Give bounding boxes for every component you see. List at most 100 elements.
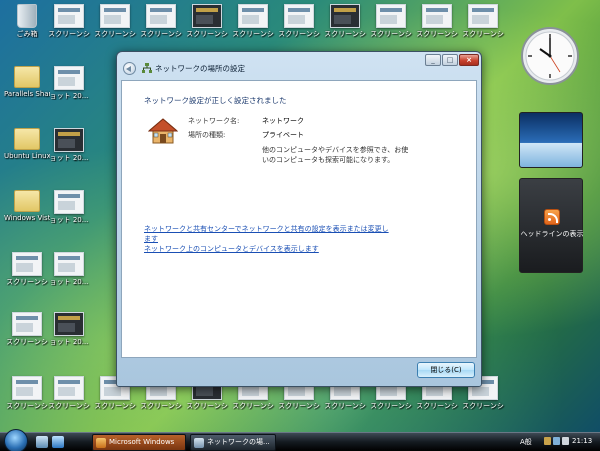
network-name-label: ネットワーク名: (188, 117, 240, 125)
parallels-label: Parallels Share... (4, 90, 50, 98)
screenshot-label: スクリーンシ (416, 30, 458, 38)
screenshot-label: ョット 20... (49, 154, 89, 162)
screenshot-thumbnail-icon (238, 4, 268, 28)
screenshot-label: スクリーンシ (278, 30, 320, 38)
feed-headlines-label: ヘッドラインの表示 (520, 230, 584, 238)
close-button[interactable]: 閉じる(C) (417, 362, 475, 378)
screenshot-label: スクリーンシ (324, 30, 366, 38)
taskbar-item-network-location[interactable]: ネットワークの場... (190, 434, 276, 451)
parallels-shared-folder[interactable]: Parallels Share... (4, 66, 50, 112)
switch-windows-icon[interactable] (52, 436, 64, 448)
screenshot-file[interactable]: スクリーンシ (4, 252, 50, 298)
screenshot-label: スクリーンシ (462, 30, 504, 38)
screenshot-file[interactable]: ョット 20... (46, 66, 92, 112)
screenshot-file[interactable]: スクリーンシ (4, 312, 50, 358)
screenshot-file[interactable]: スクリーンシ (138, 4, 184, 50)
ubuntu-label: Ubuntu Linux 16.... (4, 152, 50, 160)
back-arrow-icon[interactable] (123, 62, 136, 75)
dialog-titlebar[interactable]: ネットワークの場所の設定 _ □ × (117, 52, 481, 80)
screenshot-label: スクリーンシ (370, 30, 412, 38)
screenshot-thumbnail-icon (54, 252, 84, 276)
dialog-footer: 閉じる(C) (121, 358, 477, 382)
sharing-center-link[interactable]: ネットワークと共有センターでネットワークと共有の設定を表示または変更します (144, 224, 394, 244)
screenshot-label: スクリーンシ (48, 402, 90, 410)
slideshow-gadget[interactable] (519, 112, 583, 168)
screenshot-file[interactable]: スクリーンシ (184, 4, 230, 50)
close-window-button[interactable]: × (459, 54, 479, 66)
clock-gadget[interactable] (520, 25, 580, 87)
network-name-value: ネットワーク (262, 117, 304, 125)
screenshot-thumbnail-icon (12, 252, 42, 276)
screenshot-file[interactable]: スクリーンシ (92, 4, 138, 50)
screenshot-label: スクリーンシ (140, 402, 182, 410)
screenshot-file[interactable]: スクリーンシ (368, 4, 414, 50)
taskbar-clock[interactable]: 21:13 (572, 437, 592, 445)
screenshot-thumbnail-icon (54, 190, 84, 214)
screenshot-file[interactable]: スクリーンシ (276, 4, 322, 50)
screenshot-thumbnail-icon (422, 4, 452, 28)
network-location-dialog: ネットワークの場所の設定 _ □ × ネットワーク設定が正しく設定されました ネ… (116, 51, 482, 387)
screenshot-label: スクリーンシ (186, 402, 228, 410)
recycle-bin[interactable]: ごみ箱 (4, 4, 50, 50)
tray-folder-icon[interactable] (544, 437, 551, 445)
ime-indicator[interactable]: A般 (520, 436, 540, 448)
screenshot-label: スクリーンシ (6, 338, 48, 346)
screenshot-label: スクリーンシ (48, 30, 90, 38)
maximize-button[interactable]: □ (442, 54, 458, 66)
screenshot-file[interactable]: スクリーンシ (414, 4, 460, 50)
screenshot-file[interactable]: スクリーンシ (4, 376, 50, 422)
screenshot-thumbnail-icon (12, 312, 42, 336)
feed-headlines-gadget[interactable]: ヘッドラインの表示 (519, 178, 584, 273)
screenshot-label: スクリーンシ (324, 402, 366, 410)
recycle-bin-label: ごみ箱 (16, 30, 38, 38)
recycle-bin-icon (17, 4, 37, 28)
screenshot-file[interactable]: スクリーンシ (460, 4, 506, 50)
volume-icon[interactable] (562, 437, 569, 445)
vista-folder-icon (14, 190, 40, 212)
screenshot-file[interactable]: スクリーンシ (46, 376, 92, 422)
rss-feed-icon (544, 209, 560, 225)
screenshot-label: スクリーンシ (462, 402, 504, 410)
minimize-button[interactable]: _ (425, 54, 441, 66)
screenshot-label: スクリーンシ (94, 402, 136, 410)
screenshot-label: スクリーンシ (416, 402, 458, 410)
screenshot-thumbnail-icon (192, 4, 222, 28)
location-type-label: 場所の種類: (188, 131, 226, 139)
show-desktop-icon[interactable] (36, 436, 48, 448)
screenshot-file[interactable]: スクリーンシ (230, 4, 276, 50)
screenshot-thumbnail-icon (54, 4, 84, 28)
network-tray-icon[interactable] (553, 437, 560, 445)
taskbar-item-microsoft-windows[interactable]: Microsoft Windows (92, 434, 186, 451)
screenshot-file[interactable]: ョット 20... (46, 252, 92, 298)
screenshot-file[interactable]: スクリーンシ (46, 4, 92, 50)
home-network-icon (148, 118, 178, 144)
screenshot-file[interactable]: スクリーンシ (322, 4, 368, 50)
taskbar-item-label: Microsoft Windows (109, 438, 175, 446)
taskbar: Microsoft Windows ネットワークの場... A般 21:13 (0, 429, 600, 451)
screenshot-label: ョット 20... (49, 278, 89, 286)
screenshot-label: スクリーンシ (6, 402, 48, 410)
screenshot-thumbnail-icon (12, 376, 42, 400)
screenshot-thumbnail-icon (54, 128, 84, 152)
view-devices-link[interactable]: ネットワーク上のコンピュータとデバイスを表示します (144, 244, 319, 254)
screenshot-label: スクリーンシ (186, 30, 228, 38)
location-type-value: プライベート (262, 131, 304, 139)
network-icon (194, 438, 204, 448)
screenshot-file[interactable]: ョット 20... (46, 128, 92, 174)
start-button[interactable] (4, 429, 28, 451)
screenshot-label: スクリーンシ (6, 278, 48, 286)
ubuntu-folder-icon (14, 128, 40, 150)
dialog-content: ネットワーク設定が正しく設定されました ネットワーク名: ネットワーク 場所の種… (121, 80, 477, 358)
screenshot-thumbnail-icon (376, 4, 406, 28)
ubuntu-folder[interactable]: Ubuntu Linux 16.... (4, 128, 50, 174)
clock-face-icon (521, 27, 579, 85)
windows-vista-folder[interactable]: Windows Vista (4, 190, 50, 236)
screenshot-label: スクリーンシ (278, 402, 320, 410)
screenshot-thumbnail-icon (284, 4, 314, 28)
parallels-folder-icon (14, 66, 40, 88)
screenshot-label: スクリーンシ (232, 30, 274, 38)
screenshot-thumbnail-icon (330, 4, 360, 28)
screenshot-file[interactable]: ョット 20... (46, 312, 92, 358)
screenshot-label: スクリーンシ (370, 402, 412, 410)
screenshot-file[interactable]: ョット 20... (46, 190, 92, 236)
